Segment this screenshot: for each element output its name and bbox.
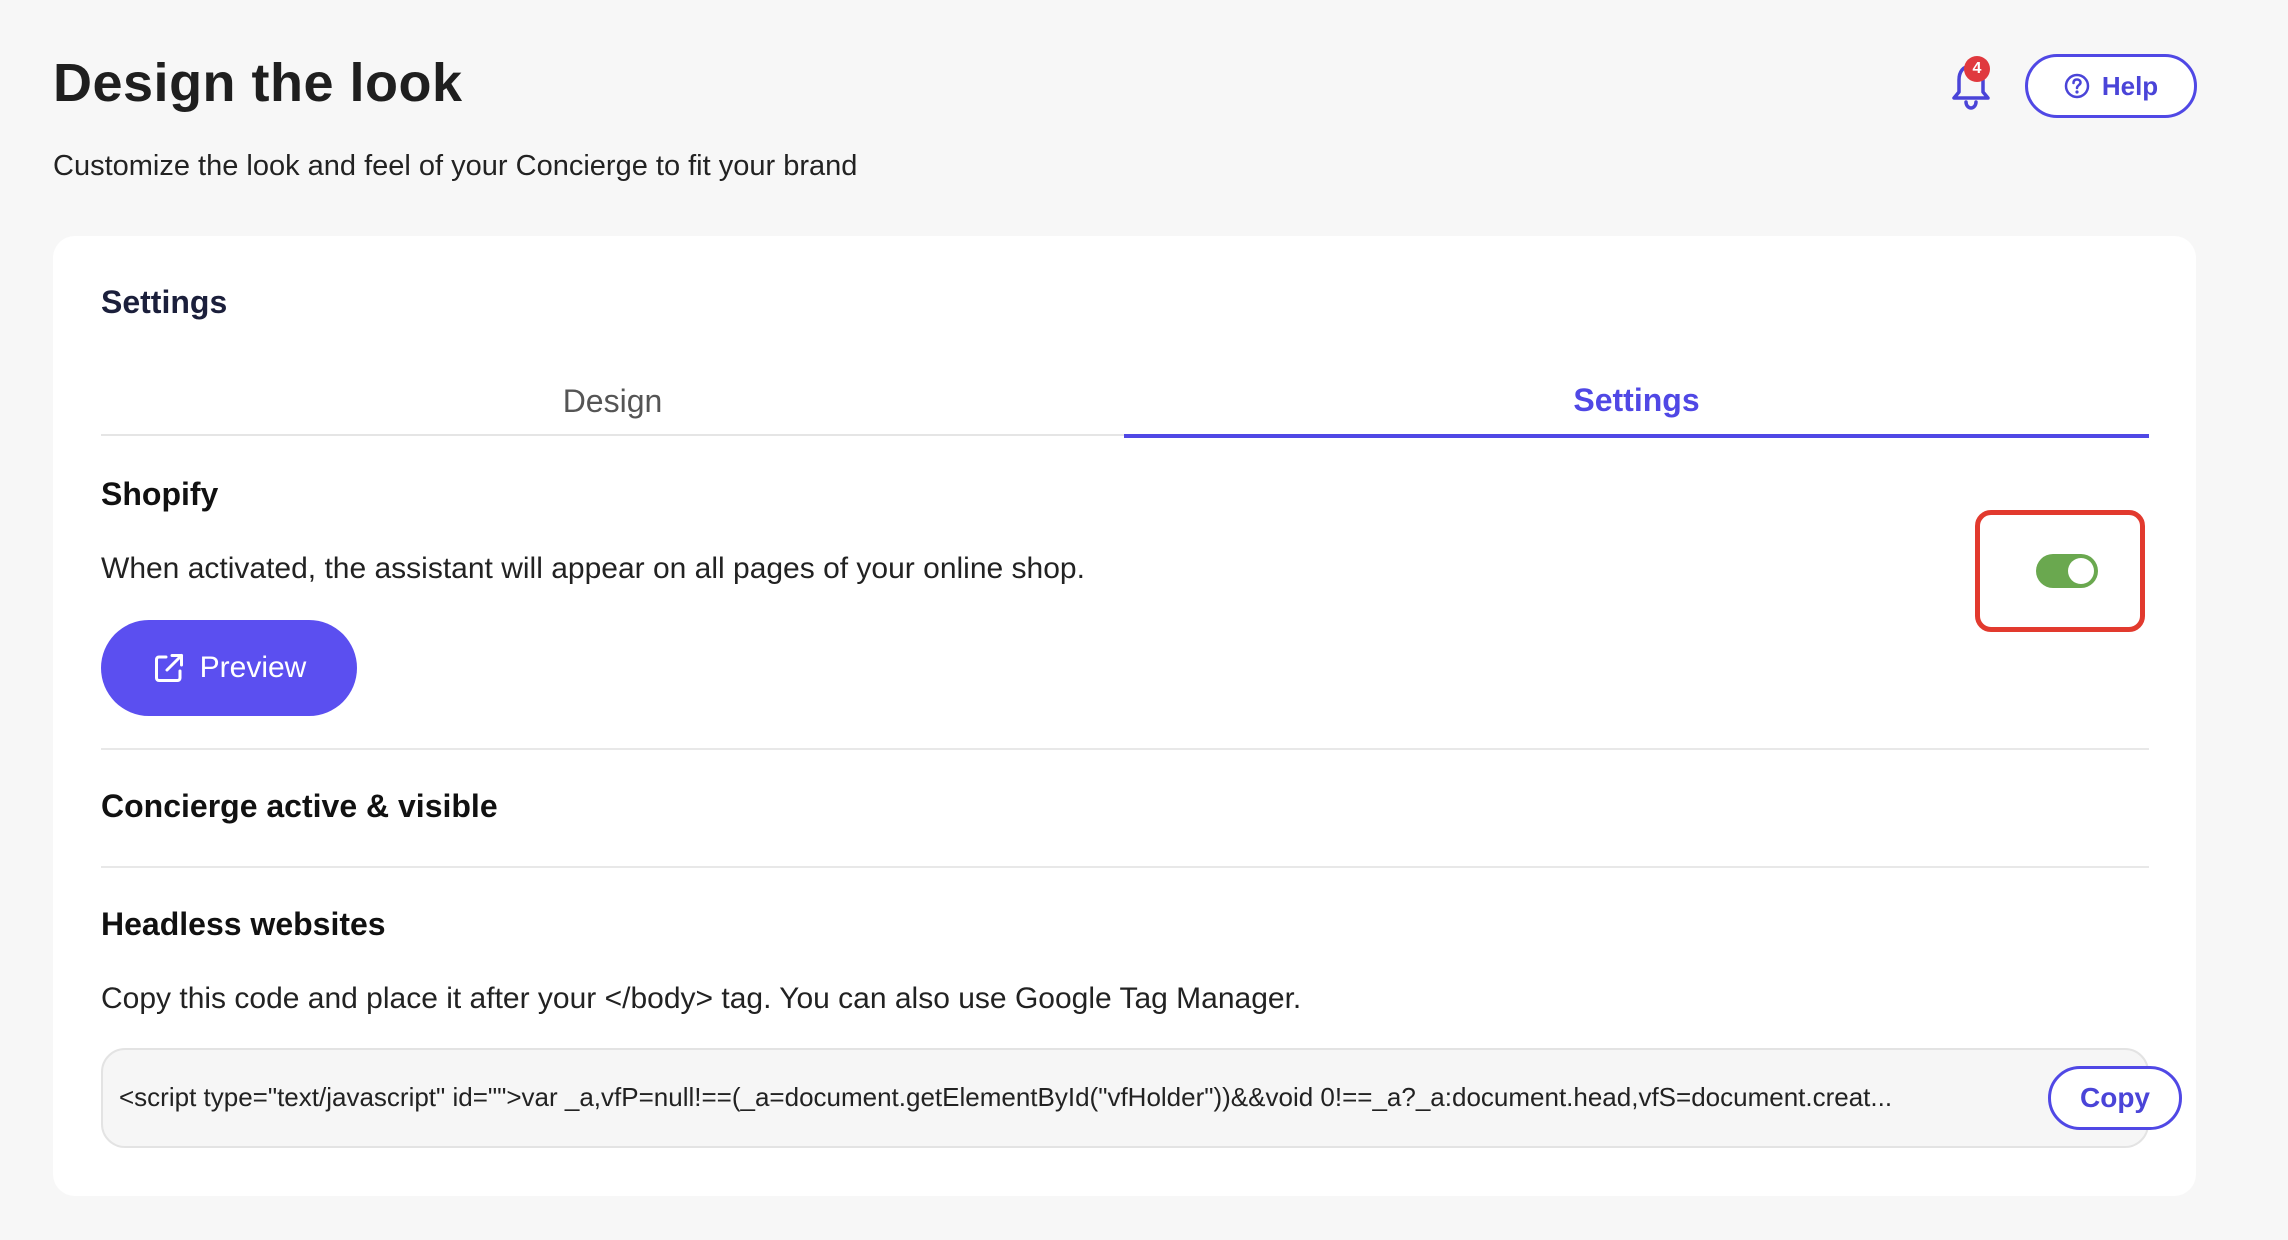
help-button[interactable]: Help <box>2025 54 2197 118</box>
concierge-active-toggle[interactable] <box>2036 554 2098 588</box>
external-link-icon <box>154 654 183 682</box>
toggle-knob <box>2068 558 2094 584</box>
help-label: Help <box>2101 70 2159 101</box>
help-circle-icon <box>2064 73 2090 99</box>
shopify-description: When activated, the assistant will appea… <box>101 552 1085 585</box>
card-title: Settings <box>101 284 228 320</box>
code-snippet[interactable]: <script type="text/javascript" id="">var… <box>119 1082 1979 1113</box>
divider <box>101 748 2149 750</box>
page-subtitle: Customize the look and feel of your Conc… <box>53 150 858 182</box>
divider <box>101 866 2149 868</box>
settings-card: Settings Design Settings Shopify When ac… <box>53 236 2196 1196</box>
code-snippet-box: <script type="text/javascript" id="">var… <box>101 1048 2182 1148</box>
page-title: Design the look <box>53 53 463 113</box>
tab-design[interactable]: Design <box>101 366 1124 436</box>
shopify-title: Shopify <box>101 476 219 512</box>
design-page: Design the look Customize the look and f… <box>0 0 2288 1240</box>
preview-label: Preview <box>199 651 307 684</box>
headless-title: Headless websites <box>101 906 386 942</box>
tab-bar: Design Settings <box>101 366 2149 438</box>
notification-badge: 4 <box>1964 56 1990 82</box>
concierge-active-label: Concierge active & visible <box>101 788 498 824</box>
tab-settings[interactable]: Settings <box>1124 366 2149 438</box>
headless-description: Copy this code and place it after your <… <box>101 982 1302 1015</box>
copy-button[interactable]: Copy <box>2048 1066 2182 1130</box>
preview-button[interactable]: Preview <box>101 620 357 716</box>
